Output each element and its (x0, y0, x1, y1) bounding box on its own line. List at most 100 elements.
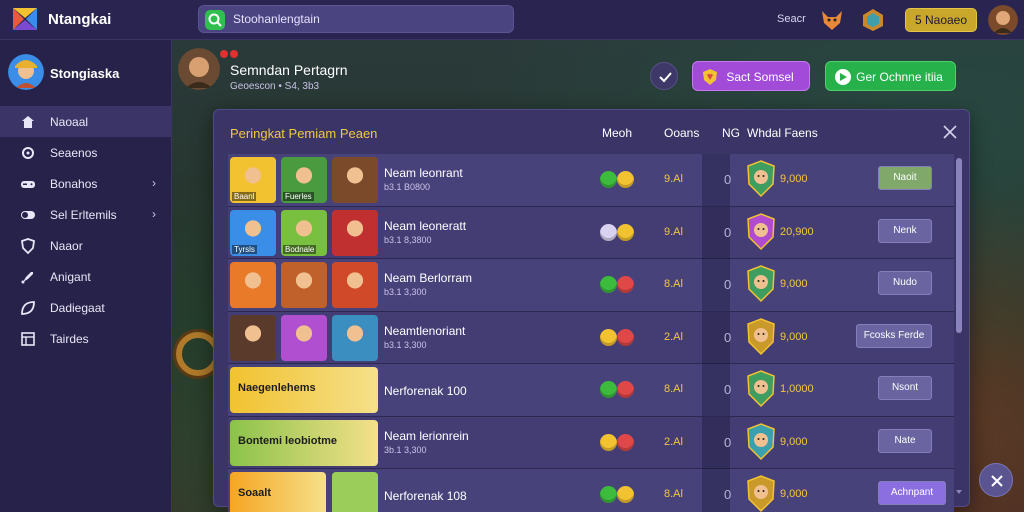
sidebar-item-2[interactable]: Bonahos › (0, 168, 172, 199)
check-icon (659, 72, 672, 83)
row-name: Neam leonrant (384, 166, 463, 180)
row-thumbnails (230, 262, 378, 308)
sidebar-item-label: Sel Erltemils (50, 207, 117, 222)
row-banner: Bontemi leobiotme (230, 419, 378, 466)
sidebar-item-label: Naaor (50, 238, 83, 253)
row-name: Neam lerionrein (384, 428, 469, 443)
face-icon (600, 433, 617, 451)
sidebar-item-6[interactable]: Dadiegaat (0, 292, 172, 323)
character-thumbnail (281, 262, 327, 308)
row-name: Neamtlenoriant (384, 323, 466, 338)
chevron-right-icon: › (152, 176, 156, 190)
home-icon (20, 114, 36, 130)
sidebar-item-4[interactable]: Naaor (0, 230, 172, 261)
banner-text: Bontemi leobiotme (238, 434, 338, 447)
sidebar-item-7[interactable]: Tairdes (0, 323, 172, 354)
row-banner: Naegenlehems (230, 367, 378, 413)
face-icon (600, 223, 617, 241)
top-bar: Ntangkai Stoohanlengtain Seacr 5 Naoaeo (0, 0, 1024, 40)
row-thumbnails: Baanl Fuerles (230, 157, 378, 203)
character-thumbnail (230, 314, 276, 361)
row-name: Neam leoneratt (384, 218, 467, 233)
leaderboard-row[interactable]: Neam Berlorram b3.1 3,300 8.Al 0 9,000 Nudo (228, 259, 954, 312)
row-subtitle: 3b.1 3,300 (384, 444, 427, 455)
search-input[interactable]: Stoohanlengtain (198, 5, 514, 33)
row-action-button[interactable]: Nudo (878, 271, 932, 295)
character-thumbnail (332, 472, 378, 512)
row-reward: 9,000 (780, 435, 808, 448)
event-avatar-icon (178, 48, 220, 90)
row-thumbnails: Soaalt (230, 472, 378, 512)
sidebar-item-1[interactable]: Seaenos (0, 137, 172, 168)
leaderboard-row[interactable]: Baanl Fuerles Neam leonrant b3.1 B0800 9.Al 0… (228, 154, 954, 207)
row-action-button[interactable]: Nsont (878, 376, 932, 400)
leaderboard-row[interactable]: Tyrsls Bodnale Neam leoneratt b3.1 8,3800 9.… (228, 206, 954, 259)
character-thumbnail (281, 314, 327, 361)
scrollbar[interactable] (955, 156, 963, 496)
app-title: Ntangkai (48, 11, 112, 28)
row-action-button[interactable]: Fcosks Ferde (856, 323, 932, 348)
leaderboard-row[interactable]: Soaalt Nerforenak 108 8.Al 0 9,000 Achnpant (228, 469, 954, 512)
profile-avatar-icon (8, 54, 44, 90)
sidebar: Stongiaska Naoaal Seaenos Bonahos › Sel Erlt… (0, 40, 172, 512)
sidebar-item-0[interactable]: Naoaal (0, 106, 172, 137)
row-action-button[interactable]: Nenk (878, 218, 932, 243)
rank-shield-icon (747, 317, 775, 355)
sidebar-item-5[interactable]: Anigant (0, 261, 172, 292)
app-logo-icon[interactable] (10, 5, 40, 33)
sidebar-item-label: Naoaal (50, 114, 89, 129)
sidebar-profile[interactable]: Stongiaska (8, 54, 168, 94)
status-emoji-icon (600, 433, 636, 452)
row-count: 0 (724, 224, 732, 240)
row-reward: 20,900 (780, 225, 814, 238)
special-button[interactable]: Sact Somsel (692, 61, 810, 91)
settings-icon (20, 145, 36, 161)
sidebar-item-3[interactable]: Sel Erltemils › (0, 199, 172, 230)
column-header: Whdal Faens (747, 126, 818, 140)
character-thumbnail (230, 262, 276, 308)
face-icon (617, 223, 634, 241)
user-avatar-icon[interactable] (988, 5, 1018, 35)
row-count: 0 (724, 172, 732, 187)
rank-shield-icon (747, 265, 775, 303)
face-icon (617, 486, 634, 503)
scroll-thumb[interactable] (956, 158, 962, 333)
sidebar-item-label: Anigant (50, 269, 91, 284)
row-reward: 9,000 (780, 278, 808, 290)
row-subtitle: b3.1 3,300 (384, 339, 427, 350)
row-reward: 9,000 (780, 173, 808, 185)
top-bar-label: Seacr (777, 13, 806, 25)
banner-text: Naegenlehems (238, 382, 316, 394)
currency-button[interactable]: 5 Naoaeo (905, 8, 977, 32)
row-subtitle: b3.1 B0800 (384, 182, 431, 192)
row-name: Nerforenak 100 (384, 384, 467, 398)
column-header: Ooans (664, 126, 700, 140)
character-thumbnail: Baanl (230, 157, 276, 203)
online-button[interactable]: Ger Ochnne itiia (825, 61, 956, 91)
row-value: 8.Al (664, 278, 683, 290)
close-fab-button[interactable] (979, 463, 1013, 497)
close-icon[interactable] (942, 124, 958, 140)
status-emoji-icon (600, 486, 636, 504)
leaderboard-row[interactable]: Naegenlehems Nerforenak 100 8.Al 0 1,0000 Nso… (228, 364, 954, 417)
sidebar-item-label: Tairdes (50, 331, 89, 346)
face-icon (617, 276, 634, 293)
leaderboard-row[interactable]: Neamtlenoriant b3.1 3,300 2.Al 0 9,000 Fcosks… (228, 311, 954, 364)
fox-icon[interactable] (819, 7, 845, 33)
row-action-button[interactable]: Achnpant (878, 481, 946, 505)
thumbnail-caption: Tyrsls (232, 244, 257, 254)
character-thumbnail: Bodnale (281, 209, 327, 256)
profile-name: Stongiaska (50, 66, 120, 81)
rank-shield-icon (747, 422, 775, 460)
scroll-down-icon[interactable] (955, 488, 963, 496)
chest-icon[interactable] (860, 7, 886, 33)
row-reward: 9,000 (780, 488, 808, 500)
row-action-button[interactable]: Nate (878, 428, 932, 453)
row-count: 0 (724, 382, 732, 397)
modal-title: Peringkat Pemiam Peaen (230, 126, 378, 141)
check-button[interactable] (650, 62, 678, 90)
row-count: 0 (724, 277, 732, 292)
row-count: 0 (724, 434, 732, 450)
leaderboard-row[interactable]: Bontemi leobiotme Neam lerionrein 3b.1 3,3… (228, 416, 954, 469)
row-action-button[interactable]: Naoit (878, 166, 932, 190)
